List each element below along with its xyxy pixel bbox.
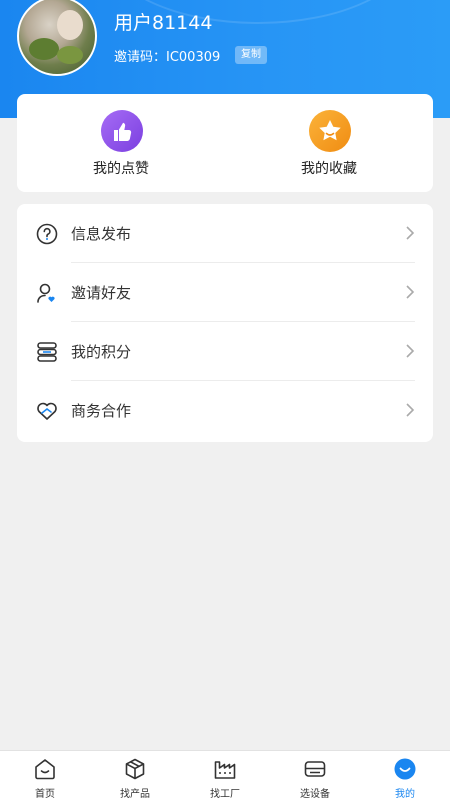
home-icon [35,759,55,780]
menu-item-business[interactable]: 商务合作 [17,381,433,440]
coin-stack-icon [37,342,57,362]
copy-button[interactable]: 复制 [235,46,267,64]
quick-actions-card: 我的点赞 我的收藏 [17,94,433,192]
menu-item-label: 邀请好友 [71,284,132,302]
menu-card: 信息发布 邀请好友 我的积分 商务合作 [17,204,433,442]
chevron-right-icon [406,226,415,240]
chevron-right-icon [406,285,415,299]
thumbs-up-icon [101,110,143,152]
box-icon [125,758,145,780]
question-circle-icon [36,223,58,245]
menu-item-label: 信息发布 [71,225,132,243]
tab-equipment[interactable]: 选设备 [270,751,360,801]
menu-item-publish[interactable]: 信息发布 [17,204,433,263]
chevron-right-icon [406,403,415,417]
tab-mine[interactable]: 我的 [360,751,450,801]
factory-icon [214,761,236,779]
tab-products[interactable]: 找产品 [90,751,180,801]
star-icon [309,110,351,152]
menu-item-points[interactable]: 我的积分 [17,322,433,381]
menu-item-label: 商务合作 [71,402,132,420]
handshake-heart-icon [37,402,57,420]
user-heart-icon [37,283,55,303]
bottom-tab-bar: 首页 找产品 找工厂 选设备 我的 [0,750,450,801]
tab-label: 找工厂 [210,789,240,800]
my-favorites-label: 我的收藏 [301,161,357,177]
my-likes-button[interactable]: 我的点赞 [17,94,225,192]
chevron-right-icon [406,344,415,358]
tab-label: 我的 [395,789,415,800]
tab-factories[interactable]: 找工厂 [180,751,270,801]
device-icon [304,761,326,777]
avatar[interactable] [17,0,97,76]
tab-home[interactable]: 首页 [0,751,90,801]
my-likes-label: 我的点赞 [93,161,149,177]
tab-label: 首页 [35,789,55,800]
invite-code: 邀请码：IC00309 [114,50,221,65]
profile-icon [394,758,416,780]
menu-item-label: 我的积分 [71,343,132,361]
tab-label: 选设备 [300,789,330,800]
menu-item-invite[interactable]: 邀请好友 [17,263,433,322]
tab-label: 找产品 [120,789,150,800]
my-favorites-button[interactable]: 我的收藏 [225,94,433,192]
username: 用户81144 [114,12,213,34]
